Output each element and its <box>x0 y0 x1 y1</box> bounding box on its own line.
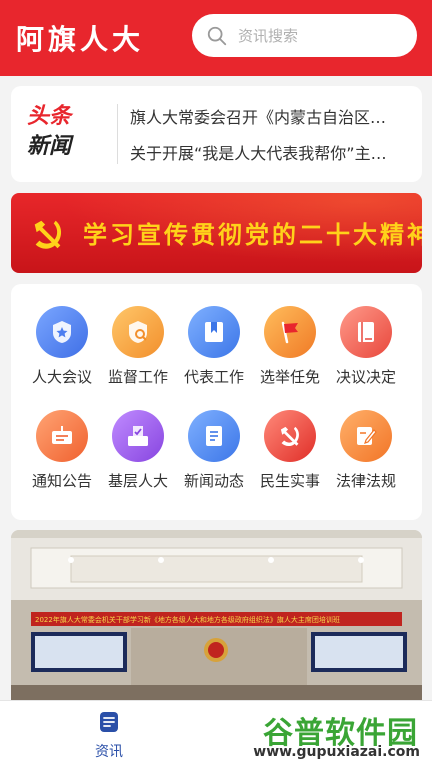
grid-label: 决议决定 <box>335 368 396 386</box>
grid-label: 民生实事 <box>259 472 320 490</box>
grid-label: 新闻动态 <box>183 472 244 490</box>
tab-label: 资讯 <box>95 744 123 760</box>
meeting-icon <box>36 306 88 358</box>
grid-label: 代表工作 <box>183 368 244 386</box>
meeting-hall-image: 2022年旗人大常委会机关干部学习新《地方各级人大和地方各级政府组织法》旗人大主… <box>11 530 422 705</box>
grid-label: 通知公告 <box>31 472 92 490</box>
headline-item[interactable]: 关于开展“我是人大代表我帮你”主… <box>130 140 405 164</box>
edit-icon <box>340 410 392 462</box>
headline-logo-bottom: 新闻 <box>27 134 72 159</box>
search-input[interactable] <box>238 26 388 45</box>
grid-item-meeting[interactable]: 人大会议 <box>23 306 101 387</box>
app-title: 阿旗人大 <box>16 23 145 56</box>
flag-icon <box>264 306 316 358</box>
app-header: 阿旗人大 <box>0 0 432 76</box>
divider <box>117 104 118 164</box>
grid-label: 选举任免 <box>259 368 320 386</box>
banner-text: 学习宣传贯彻党的二十大精神 <box>83 221 422 249</box>
grid-label: 基层人大 <box>107 472 168 490</box>
watermark-url: www.gupuxiazai.com <box>253 744 420 760</box>
grid-item-news[interactable]: 新闻动态 <box>175 410 253 491</box>
headline-logo-top: 头条 <box>27 104 72 129</box>
grid-item-election[interactable]: 选举任免 <box>251 306 329 387</box>
search-bar[interactable] <box>192 14 417 57</box>
grid-label: 法律法规 <box>335 472 396 490</box>
headline-news-card: 头条 新闻 <box>11 86 422 182</box>
screen-caption: 2022年旗人大常委会机关干部学习新《地方各级人大和地方各级政府组织法》旗人大主… <box>35 615 340 624</box>
study-banner[interactable]: 学习宣传贯彻党的二十大精神 <box>11 193 422 273</box>
grid-item-supervision[interactable]: 监督工作 <box>99 306 177 387</box>
grid-label: 监督工作 <box>107 368 168 386</box>
headline-item[interactable]: 旗人大常委会召开《内蒙古自治区… <box>130 104 405 128</box>
ballot-icon <box>112 410 164 462</box>
news-tab-icon <box>100 712 118 732</box>
party-emblem-icon <box>34 220 62 249</box>
supervision-icon <box>112 306 164 358</box>
watermark: 谷普软件园 www.gupuxiazai.com <box>234 706 426 762</box>
grid-item-notice[interactable]: 通知公告 <box>23 410 101 491</box>
grid-item-livelihood[interactable]: 民生实事 <box>251 410 329 491</box>
bookmark-icon <box>188 306 240 358</box>
grid-label: 人大会议 <box>31 368 92 386</box>
tab-news[interactable]: 资讯 <box>84 711 134 761</box>
grid-item-law[interactable]: 法律法规 <box>327 410 405 491</box>
search-icon <box>207 26 227 45</box>
document-icon <box>188 410 240 462</box>
grid-item-grassroots[interactable]: 基层人大 <box>99 410 177 491</box>
grid-item-representative[interactable]: 代表工作 <box>175 306 253 387</box>
grid-item-resolution[interactable]: 决议决定 <box>327 306 405 387</box>
book-icon <box>340 306 392 358</box>
notice-board-icon <box>36 410 88 462</box>
headline-logo: 头条 新闻 <box>27 102 91 166</box>
news-photo[interactable]: 2022年旗人大常委会机关干部学习新《地方各级人大和地方各级政府组织法》旗人大主… <box>11 530 422 705</box>
party-emblem-icon <box>264 410 316 462</box>
function-grid: 人大会议 监督工作 代表工作 选举任免 决议决定 通知公告 基层人大 新闻动态 … <box>11 284 422 520</box>
